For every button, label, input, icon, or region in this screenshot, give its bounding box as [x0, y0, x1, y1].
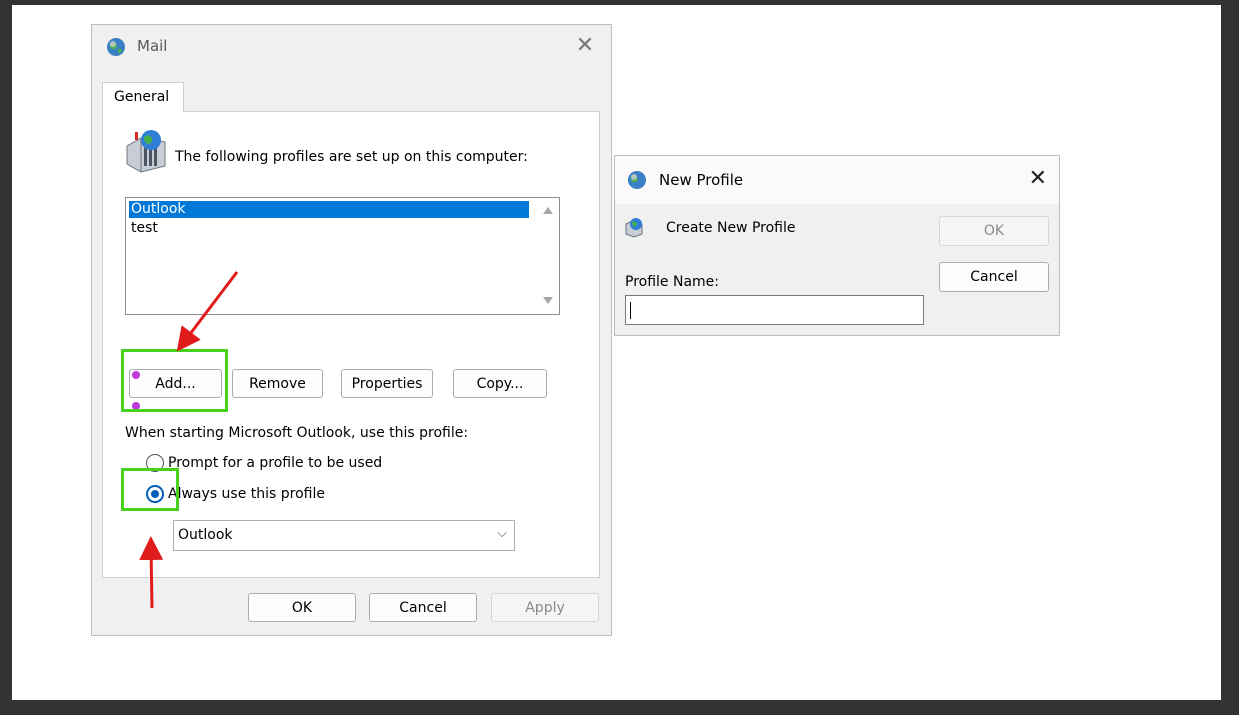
mail-titlebar: Mail ✕	[92, 25, 611, 69]
profile-name-label: Profile Name:	[625, 274, 720, 290]
copy-button[interactable]: Copy...	[453, 369, 547, 398]
mail-globe-icon	[107, 38, 125, 56]
scroll-down-arrow[interactable]	[543, 297, 553, 304]
add-button-highlight	[121, 349, 228, 412]
new-profile-title: New Profile	[659, 171, 744, 189]
radio-always-label: Always use this profile	[168, 486, 325, 502]
tab-general[interactable]: General	[102, 82, 184, 112]
profiles-heading: The following profiles are set up on thi…	[175, 149, 528, 165]
list-item[interactable]: Outlook	[129, 201, 529, 218]
create-new-profile-text: Create New Profile	[666, 220, 796, 236]
new-profile-dialog: New Profile ✕ Create New Profile OK Canc…	[614, 155, 1060, 336]
properties-button[interactable]: Properties	[341, 369, 433, 398]
profile-name-input[interactable]	[625, 295, 924, 325]
mail-dialog-title: Mail	[137, 37, 168, 55]
apply-button[interactable]: Apply	[491, 593, 599, 622]
startup-profile-label: When starting Microsoft Outlook, use thi…	[125, 425, 469, 441]
new-profile-titlebar: New Profile ✕	[615, 156, 1059, 204]
mail-dialog: Mail ✕ General The following profiles ar…	[91, 24, 612, 636]
text-caret	[630, 302, 631, 319]
ok-button[interactable]: OK	[248, 593, 356, 622]
new-profile-ok-button[interactable]: OK	[939, 216, 1049, 246]
scroll-up-arrow[interactable]	[543, 207, 553, 214]
radio-prompt-label: Prompt for a profile to be used	[168, 455, 383, 471]
list-item[interactable]: test	[129, 220, 529, 237]
remove-button[interactable]: Remove	[232, 369, 323, 398]
mail-globe-icon	[628, 171, 646, 189]
always-profile-select[interactable]: Outlook ⌵	[173, 520, 515, 551]
always-profile-value: Outlook	[178, 527, 233, 543]
profiles-listbox[interactable]: Outlook test	[125, 197, 560, 315]
new-profile-cancel-button[interactable]: Cancel	[939, 262, 1049, 292]
profiles-mailbox-icon	[126, 130, 166, 173]
cancel-button[interactable]: Cancel	[369, 593, 477, 622]
close-icon[interactable]: ✕	[573, 34, 597, 58]
close-icon[interactable]: ✕	[1029, 167, 1047, 191]
always-radio-highlight	[121, 468, 179, 511]
profile-globe-icon	[625, 218, 643, 238]
chevron-down-icon: ⌵	[497, 526, 507, 541]
